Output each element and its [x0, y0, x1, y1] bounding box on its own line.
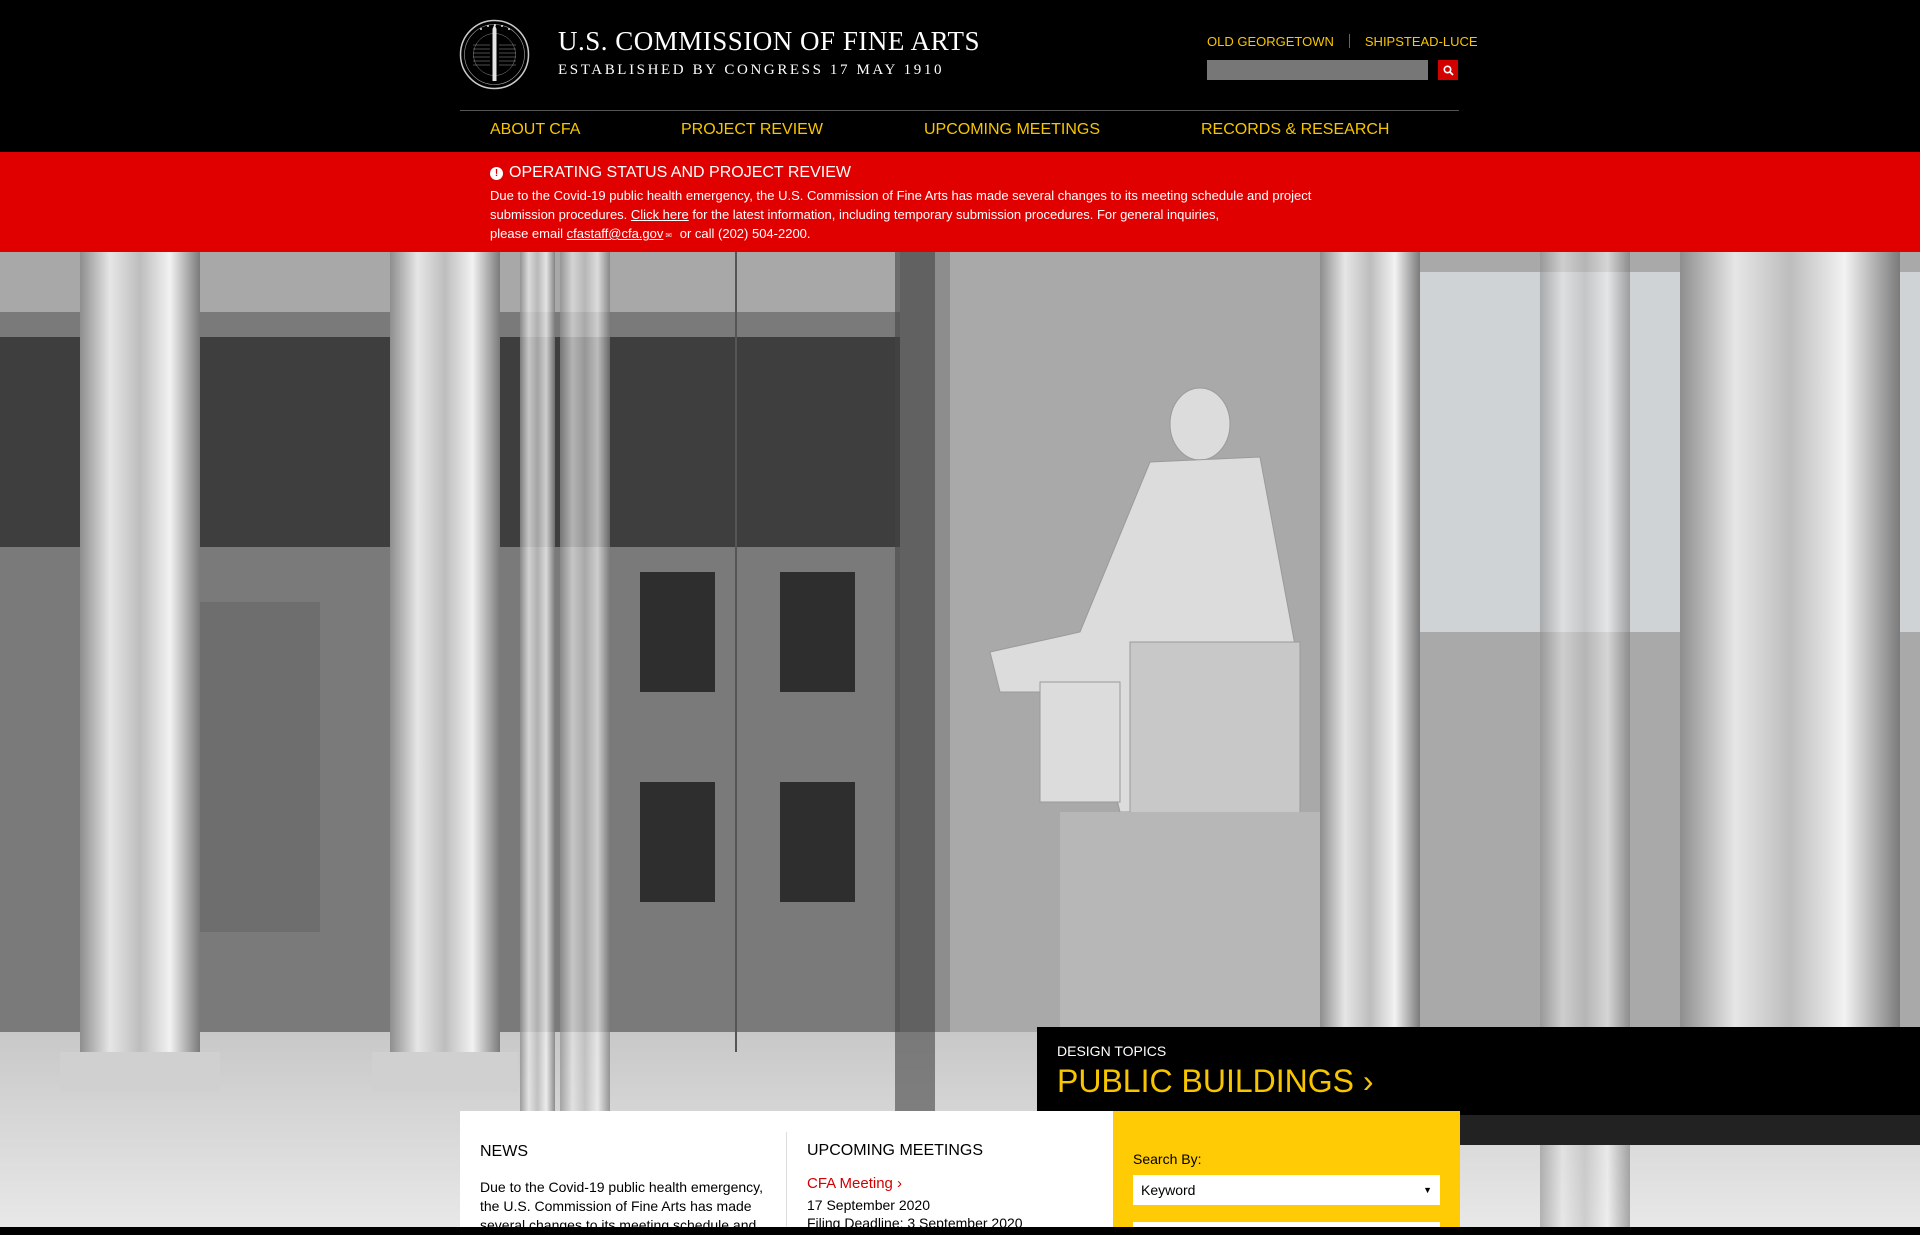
search-icon: [1442, 64, 1454, 76]
site-subtitle: ESTABLISHED BY CONGRESS 17 MAY 1910: [558, 62, 945, 78]
news-heading: NEWS: [480, 1143, 528, 1160]
nav-divider: [460, 110, 1459, 111]
alert-text: submission procedures.: [490, 207, 631, 222]
alert-text: or call (202) 504-2200.: [676, 226, 811, 241]
alert-line: please email cfastaff@cfa.gov ✉ or call (…: [490, 224, 1390, 245]
slide-title-link[interactable]: PUBLIC BUILDINGS ›: [1057, 1063, 1374, 1100]
slide-kicker: DESIGN TOPICS: [1057, 1043, 1167, 1059]
utility-links: OLD GEORGETOWN SHIPSTEAD-LUCE: [1207, 32, 1478, 50]
alert-text: please email: [490, 226, 567, 241]
alert-line: Due to the Covid-19 public health emerge…: [490, 188, 1312, 203]
upcoming-meetings-heading: UPCOMING MEETINGS: [807, 1142, 984, 1159]
news-line: Due to the Covid-19 public health emerge…: [480, 1179, 764, 1195]
nav-records-research[interactable]: RECORDS & RESEARCH: [1201, 121, 1389, 139]
divider: [1348, 34, 1350, 48]
filing-deadline: Filing Deadline: 3 September 2020: [807, 1215, 1023, 1231]
search-panel: [1113, 1111, 1460, 1227]
news-line: several changes to its meeting schedule …: [480, 1217, 757, 1233]
alert-text: for the latest information, including te…: [688, 207, 1220, 222]
news-line: the U.S. Commission of Fine Arts has mad…: [480, 1198, 752, 1214]
commission-seal-icon[interactable]: [459, 19, 530, 90]
nav-upcoming-meetings[interactable]: UPCOMING MEETINGS: [924, 121, 1100, 139]
covid-alert-banner: ! OPERATING STATUS AND PROJECT REVIEW Du…: [0, 152, 1920, 252]
nav-project-review[interactable]: PROJECT REVIEW: [681, 121, 823, 139]
search-by-value: Keyword: [1141, 1182, 1196, 1198]
cfa-meeting-link[interactable]: CFA Meeting ›: [807, 1175, 902, 1192]
alert-title: ! OPERATING STATUS AND PROJECT REVIEW: [490, 164, 851, 182]
search-field[interactable]: [1133, 1222, 1440, 1227]
alert-line: submission procedures. Click here for th…: [490, 205, 1390, 224]
nav-about-cfa[interactable]: ABOUT CFA: [490, 121, 580, 139]
column-divider: [786, 1132, 787, 1227]
news-summary: Due to the Covid-19 public health emerge…: [480, 1178, 780, 1235]
alert-body: Due to the Covid-19 public health emerge…: [490, 186, 1390, 245]
click-here-link[interactable]: Click here: [631, 207, 689, 222]
alert-icon: !: [490, 166, 503, 180]
external-link-icon: ✉: [665, 231, 673, 240]
caret-down-icon: ▼: [1423, 1185, 1432, 1195]
old-georgetown-link[interactable]: OLD GEORGETOWN: [1207, 34, 1334, 49]
site-search-input[interactable]: [1207, 60, 1428, 80]
site-title[interactable]: U.S. COMMISSION OF FINE ARTS: [558, 26, 980, 57]
slide-caption: DESIGN TOPICS PUBLIC BUILDINGS ›: [1037, 1027, 1920, 1117]
site-header: U.S. COMMISSION OF FINE ARTS ESTABLISHED…: [0, 0, 1920, 152]
meeting-date: 17 September 2020: [807, 1197, 930, 1213]
search-by-label: Search By:: [1133, 1151, 1202, 1167]
search-button[interactable]: [1438, 60, 1458, 80]
search-by-select[interactable]: Keyword ▼: [1133, 1175, 1440, 1205]
shipstead-luce-link[interactable]: SHIPSTEAD-LUCE: [1365, 34, 1478, 49]
hero-slideshow: DESIGN TOPICS PUBLIC BUILDINGS ›: [0, 252, 1920, 1227]
email-link[interactable]: cfastaff@cfa.gov: [567, 226, 664, 241]
alert-title-text: OPERATING STATUS AND PROJECT REVIEW: [509, 164, 851, 181]
